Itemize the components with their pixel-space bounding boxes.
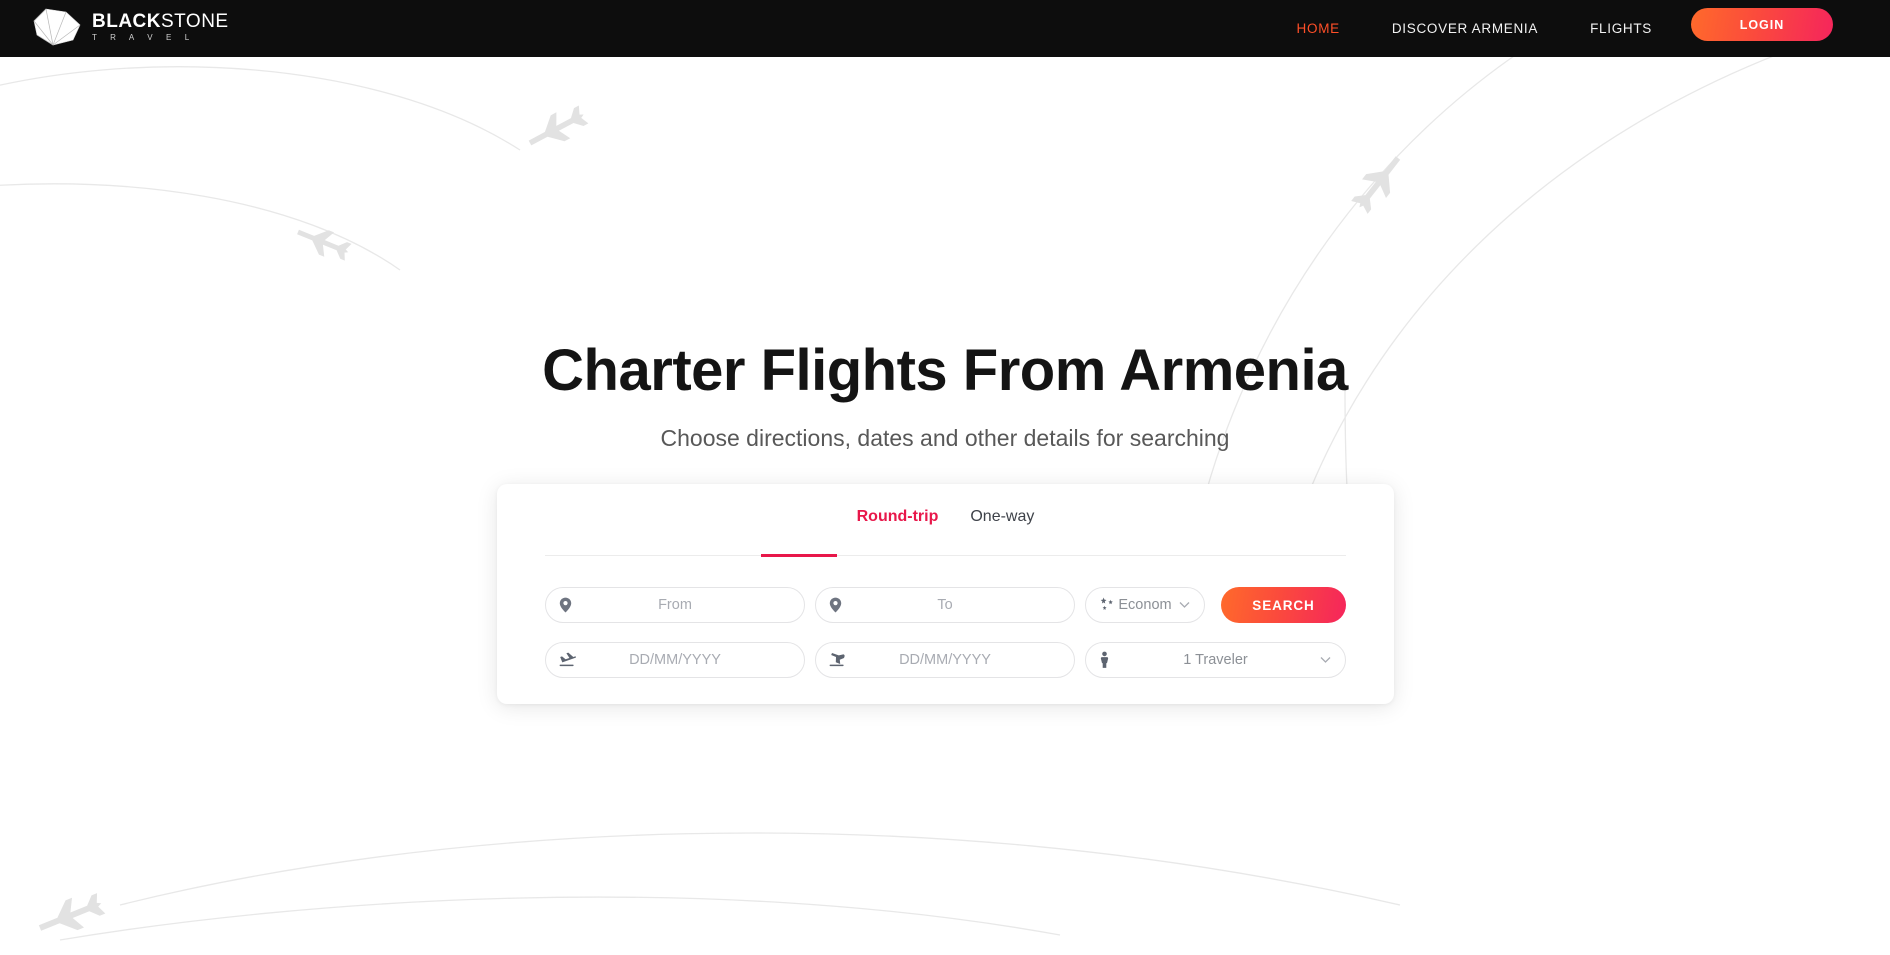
nav-item-home[interactable]: HOME [1297,21,1340,36]
page-root: BLACKSTONE T R A V E L HOME DISCOVER ARM… [0,0,1890,955]
logo-wordmark: BLACKSTONE [92,12,229,31]
departure-date-input[interactable] [546,652,804,668]
page-title: Charter Flights From Armenia [542,338,1348,403]
stars-icon [1099,597,1115,613]
logo-word-stone: STONE [161,11,229,32]
background-airplane-decoration [0,0,1881,943]
map-pin-icon [829,597,842,613]
person-icon [1099,651,1110,669]
search-button[interactable]: SEARCH [1221,587,1346,623]
to-input[interactable] [816,597,1074,613]
tabs-divider [545,555,1346,556]
from-field[interactable] [545,587,805,623]
return-date-input[interactable] [816,652,1074,668]
nav-links: HOME DISCOVER ARMENIA FLIGHTS [1297,0,1652,57]
login-button[interactable]: LOGIN [1691,8,1833,41]
tab-round-trip[interactable]: Round-trip [857,508,939,542]
logo-tagline: T R A V E L [92,33,195,42]
from-input[interactable] [546,597,804,613]
plane-landing-icon [829,652,846,668]
to-field[interactable] [815,587,1075,623]
page-subtitle: Choose directions, dates and other detai… [660,424,1230,451]
flight-search-card: Round-trip One-way From To Econom SEARCH… [497,484,1394,704]
nav-item-discover-armenia[interactable]: DISCOVER ARMENIA [1392,21,1538,36]
departure-date-field[interactable] [545,642,805,678]
travelers-select[interactable] [1085,642,1346,678]
gem-stone-icon [33,8,81,46]
travel-class-select[interactable] [1085,587,1205,623]
map-pin-icon [559,597,572,613]
logo-word-black: BLACK [92,11,161,32]
chevron-down-icon [1179,602,1190,609]
nav-item-flights[interactable]: FLIGHTS [1590,21,1652,36]
chevron-down-icon [1320,657,1331,664]
return-date-field[interactable] [815,642,1075,678]
hero-section: Charter Flights From Armenia Choose dire… [0,338,1890,452]
top-navigation-bar: BLACKSTONE T R A V E L HOME DISCOVER ARM… [0,0,1890,57]
travelers-input[interactable] [1086,652,1345,668]
brand-logo[interactable]: BLACKSTONE T R A V E L [26,4,229,50]
plane-takeoff-icon [559,652,576,668]
trip-type-tabs: Round-trip One-way [497,508,1394,542]
active-tab-indicator [761,554,837,557]
tab-one-way[interactable]: One-way [970,508,1034,542]
